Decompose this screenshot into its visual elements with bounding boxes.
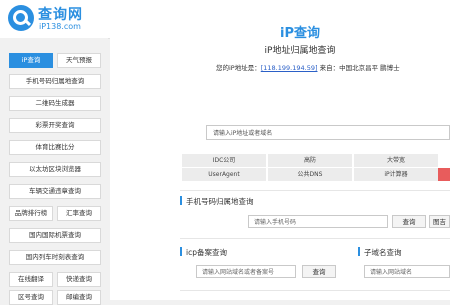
tool-bandwidth[interactable]: 大带宽	[354, 154, 438, 167]
sidebar-item-areacode[interactable]: 区号查询	[9, 290, 53, 305]
ip-location: 来自：中国北京昌平 鹏博士	[317, 64, 400, 72]
phone-panel-title: 手机号码归属地查询	[186, 197, 254, 206]
subdomain-panel-title: 子域名查询	[364, 248, 402, 257]
sidebar-item-sports[interactable]: 体育比赛比分	[9, 140, 101, 155]
divider	[180, 290, 450, 291]
sidebar-item-translate[interactable]: 在线翻译	[9, 272, 53, 287]
sidebar-item-phone[interactable]: 手机号码归属地查询	[9, 74, 101, 89]
tool-public-dns[interactable]: 公共DNS	[268, 168, 352, 181]
tool-useragent[interactable]: UserAgent	[182, 168, 266, 181]
ip-search-input[interactable]: 请输入iP地址或者域名	[206, 125, 450, 140]
subdomain-input[interactable]: 请输入网站域名	[364, 265, 450, 278]
ip-value-link[interactable]: [118.199.194.59]	[261, 64, 318, 72]
sidebar-item-ip[interactable]: iP查询	[9, 53, 53, 68]
sidebar-item-qrcode[interactable]: 二维码生成器	[9, 96, 101, 111]
icp-panel-title: icp备案查询	[186, 248, 227, 257]
panel-accent-bar	[180, 247, 182, 256]
ip-query-subtitle: iP地址归属地查询	[264, 46, 336, 56]
ip-prefix: 您的iP地址是：	[216, 64, 261, 72]
divider	[180, 238, 450, 239]
panel-accent-bar	[180, 196, 182, 205]
sidebar-item-exchange[interactable]: 汇率查询	[57, 206, 101, 221]
panel-accent-bar	[358, 247, 360, 256]
site-name[interactable]: 查询网	[38, 4, 83, 24]
sidebar-item-postcode[interactable]: 邮编查询	[57, 290, 101, 305]
site-url: iP138.com	[39, 22, 81, 31]
current-ip-line: 您的iP地址是：[118.199.194.59] 来自：中国北京昌平 鹏博士	[216, 62, 400, 72]
phone-input[interactable]: 请输入手机号码	[248, 215, 388, 228]
sidebar-item-traffic[interactable]: 车辆交通违章查询	[9, 184, 101, 199]
sidebar-item-flights[interactable]: 国内国际机票查询	[9, 228, 101, 243]
tool-ddos[interactable]: 高防	[268, 154, 352, 167]
magnifier-logo-icon[interactable]	[8, 5, 34, 31]
sidebar: iP查询 天气预报 手机号码归属地查询 二维码生成器 彩票开奖查询 体育比赛比分…	[0, 38, 108, 305]
icp-input[interactable]: 请输入网站域名或者备案号	[196, 265, 296, 278]
sidebar-item-express[interactable]: 快递查询	[57, 272, 101, 287]
sidebar-item-brands[interactable]: 品牌排行榜	[9, 206, 53, 221]
divider	[180, 190, 450, 191]
red-action-button[interactable]	[438, 168, 450, 181]
ip-query-title: iP查询	[280, 26, 320, 41]
phone-secondary-button[interactable]: 图吉	[429, 215, 450, 228]
sidebar-item-trains[interactable]: 国内列车时刻表查询	[9, 250, 101, 265]
sidebar-item-lottery[interactable]: 彩票开奖查询	[9, 118, 101, 133]
tool-ip-calculator[interactable]: iP计算器	[354, 168, 438, 181]
sidebar-item-ethereum[interactable]: 以太坊区块浏览器	[9, 162, 101, 177]
sidebar-item-weather[interactable]: 天气预报	[57, 53, 101, 68]
phone-query-button[interactable]: 查询	[392, 215, 426, 228]
tool-idc[interactable]: IDC公司	[182, 154, 266, 167]
icp-query-button[interactable]: 查询	[302, 265, 336, 278]
